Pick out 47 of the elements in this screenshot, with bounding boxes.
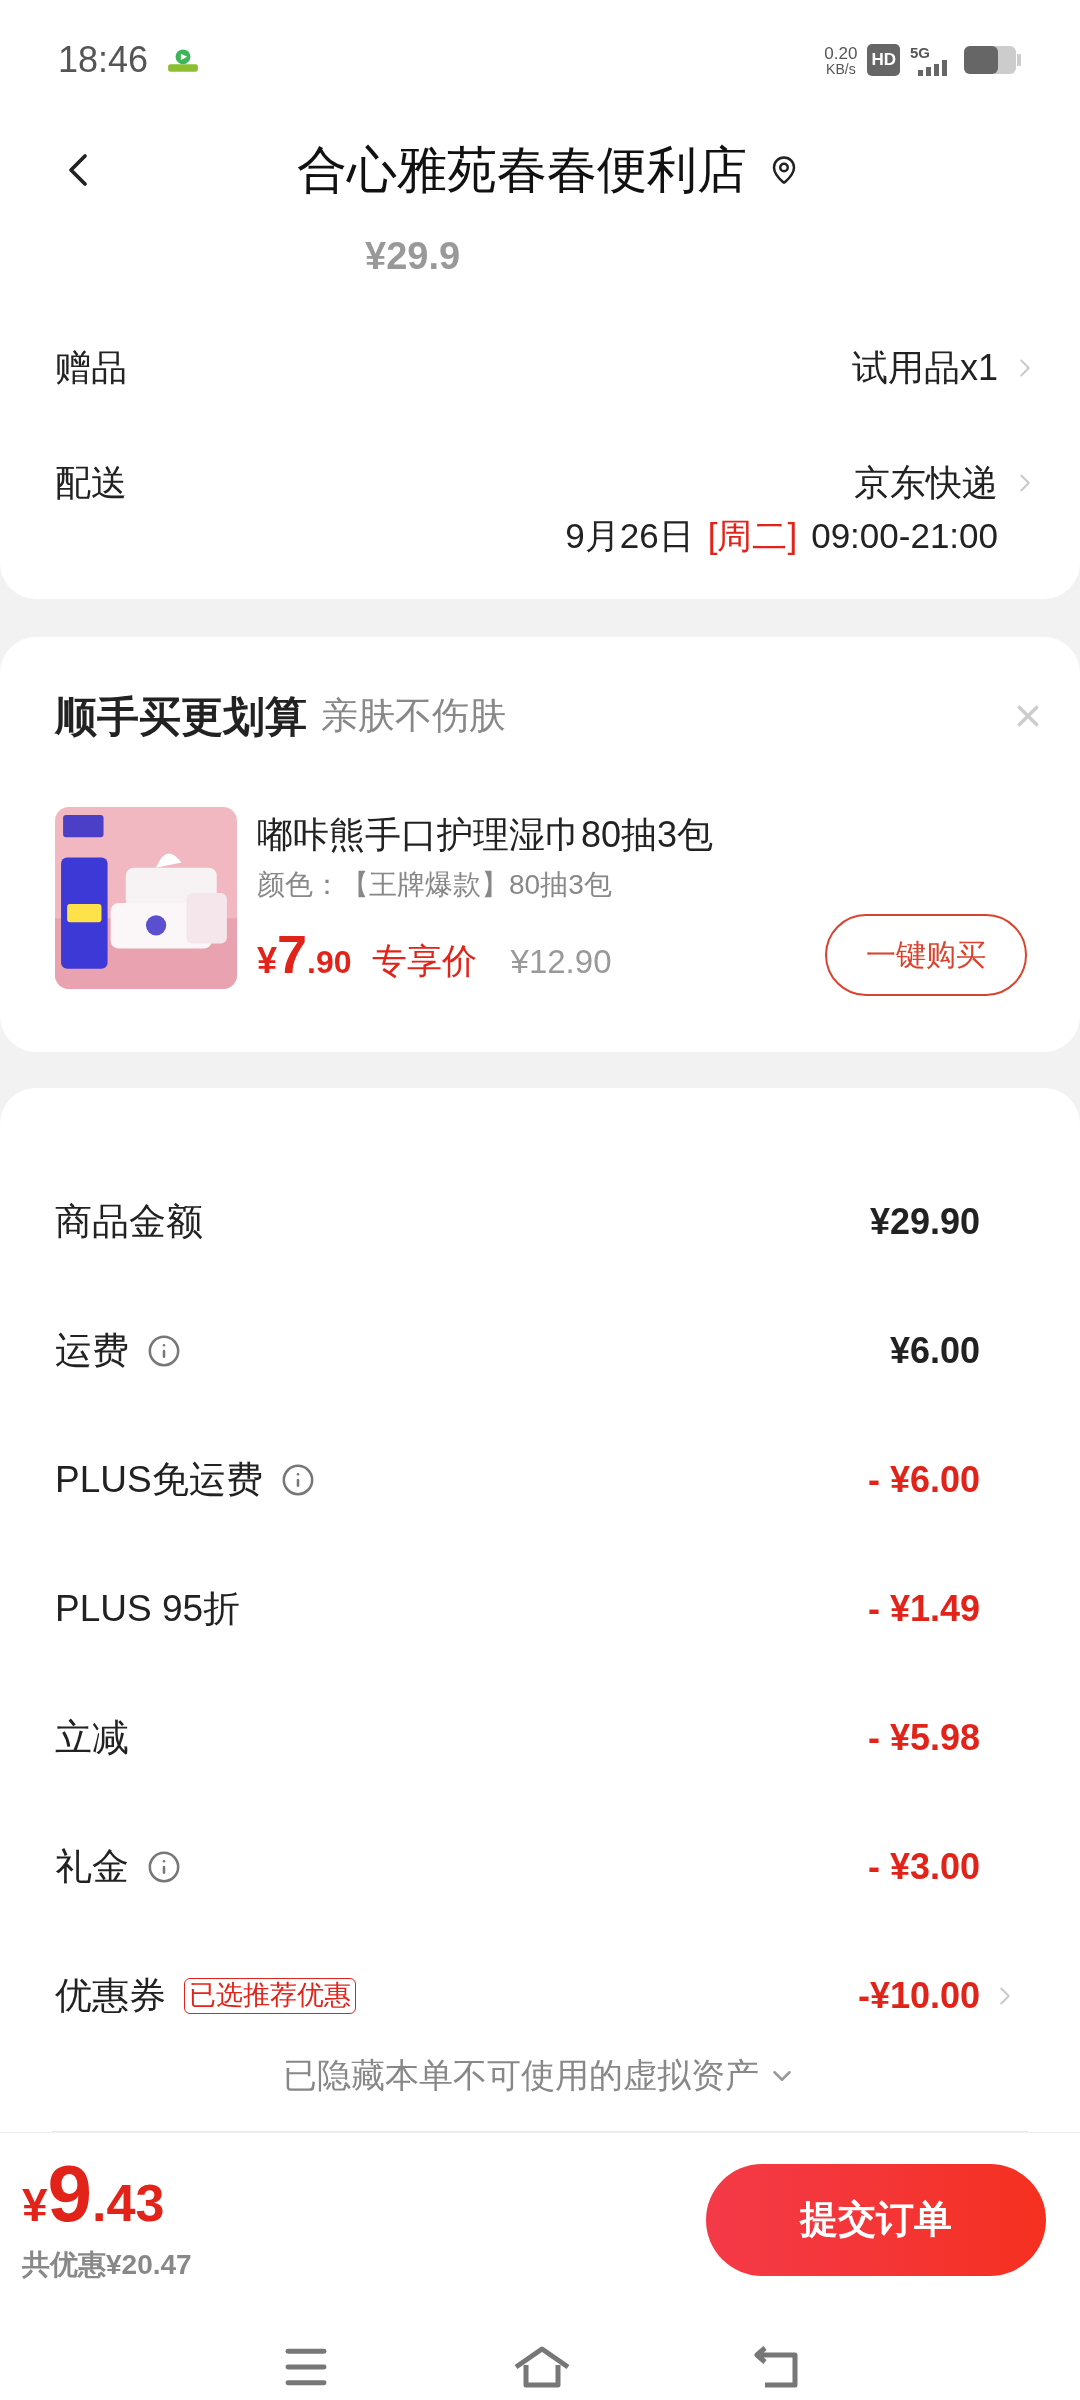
status-time: 18:46: [58, 38, 149, 82]
recommended-badge: 已选推荐优惠: [184, 1978, 356, 2014]
price-tag: 专享价: [371, 935, 477, 988]
product-price: ¥7.90: [257, 923, 352, 986]
row-label: 赠品: [55, 345, 127, 390]
info-icon[interactable]: [280, 1463, 315, 1497]
cost-label: 商品金额: [55, 1200, 203, 1245]
battery-icon: [964, 46, 1022, 74]
network-type: 5G: [910, 44, 931, 60]
cost-value: - ¥5.98: [867, 1716, 980, 1760]
home-icon[interactable]: [512, 2344, 572, 2389]
cost-label: 礼金: [55, 1845, 129, 1890]
product-spec: 颜色：【王牌爆款】80抽3包: [257, 867, 613, 902]
delivery-hours: 09:00-21:00: [811, 515, 998, 557]
store-title: 合心雅苑春春便利店: [297, 140, 747, 200]
app-icon: [166, 47, 201, 73]
addon-subtitle: 亲肤不伤肤: [321, 694, 506, 739]
cost-label: 优惠券: [55, 1974, 166, 2019]
cost-label: PLUS 95折: [55, 1587, 241, 1632]
row-label: 配送: [55, 460, 127, 505]
total-savings: 共优惠¥20.47: [22, 2247, 192, 2282]
product-name: 嘟咔熊手口护理湿巾80抽3包: [257, 812, 715, 857]
hd-indicator: HD: [867, 44, 900, 76]
row-value-link[interactable]: 京东快递: [854, 455, 1040, 510]
network-speed: 0.20: [824, 44, 858, 62]
delivery-date: 9月26日: [565, 515, 694, 557]
cost-value[interactable]: -¥10.00: [857, 1969, 980, 2023]
cost-value: - ¥3.00: [867, 1845, 980, 1889]
info-icon[interactable]: [147, 1850, 181, 1884]
cost-value: ¥6.00: [889, 1329, 980, 1373]
total-price: ¥9.43: [22, 2153, 166, 2234]
info-icon[interactable]: [147, 1334, 181, 1368]
hidden-assets-note[interactable]: 已隐藏本单不可使用的虚拟资产: [283, 2050, 759, 2101]
cost-value: ¥29.90: [869, 1200, 980, 1244]
cost-label: PLUS免运费: [55, 1458, 263, 1503]
cost-value: - ¥6.00: [867, 1458, 980, 1502]
cost-label: 运费: [55, 1329, 129, 1374]
order-price: ¥29.9: [365, 235, 461, 277]
submit-order-button[interactable]: 提交订单: [706, 2163, 1046, 2276]
addon-title: 顺手买更划算: [55, 691, 307, 742]
buy-now-button[interactable]: 一键购买: [825, 913, 1027, 996]
cost-value: - ¥1.49: [867, 1587, 980, 1631]
speed-unit: KB/s: [826, 61, 856, 76]
row-value-link[interactable]: 试用品x1: [851, 340, 1040, 395]
delivery-weekday: [周二]: [707, 515, 798, 557]
cost-label: 立减: [55, 1716, 129, 1761]
original-price: ¥12.90: [510, 942, 612, 982]
